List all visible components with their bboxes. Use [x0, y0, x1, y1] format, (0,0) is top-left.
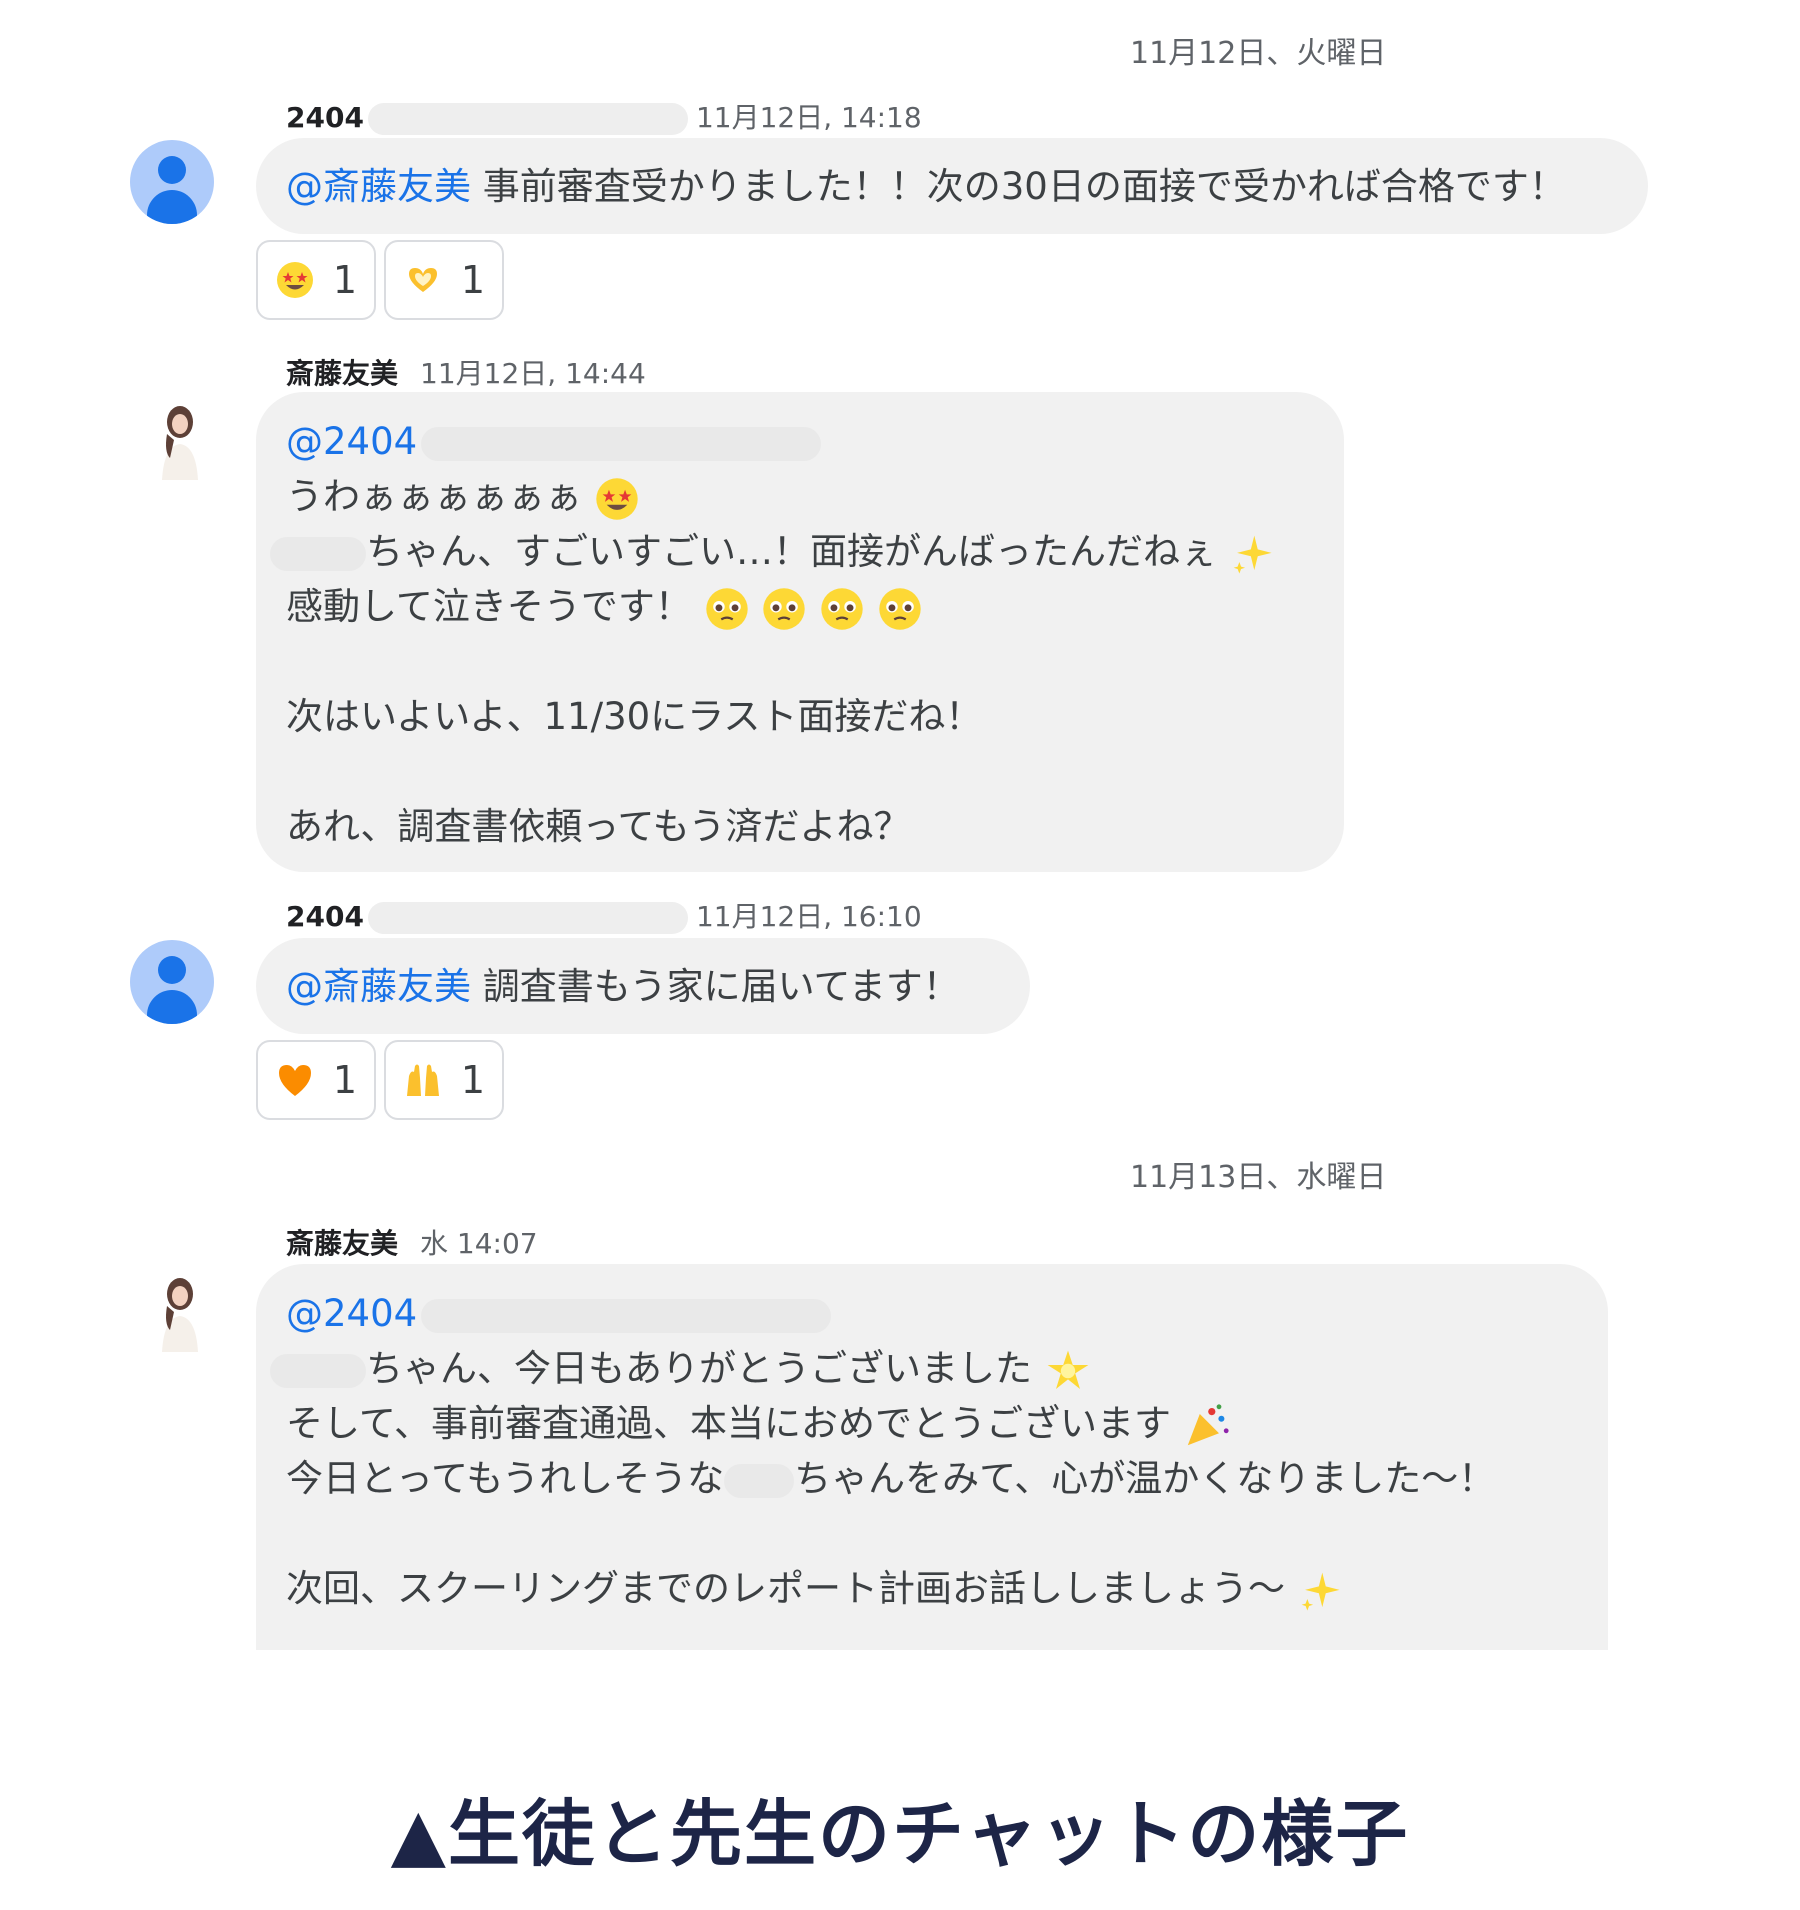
sender-name[interactable]: 2404 [286, 101, 364, 134]
star-struck-icon [596, 477, 638, 520]
message-line: 次回、スクーリングまでのレポート計画お話ししましょう～ [286, 1567, 1285, 1610]
timestamp: 11月12日, 14:44 [420, 357, 646, 390]
reaction-chip[interactable]: 1 [256, 240, 376, 320]
pleading-face-icon [879, 587, 921, 630]
reaction-count: 1 [332, 1058, 358, 1102]
redacted-name [367, 103, 688, 135]
message-text: 調査書もう家に届いてます！ [471, 965, 960, 1008]
star-struck-icon [276, 262, 313, 298]
sender-name[interactable]: 斎藤友美 [286, 1227, 398, 1260]
message-line: 感動して泣きそうです！ [286, 585, 692, 628]
teacher-photo [150, 400, 210, 480]
reactions-bar: 1 1 [256, 240, 504, 320]
redacted-name [367, 902, 688, 934]
message-header: 2404 11月12日, 16:10 [286, 895, 922, 935]
pleading-face-icon [705, 587, 748, 630]
sender-name[interactable]: 斎藤友美 [286, 357, 398, 390]
sparkles-icon [1301, 1572, 1340, 1611]
reaction-chip[interactable]: 1 [384, 240, 504, 320]
pleading-face-icon [821, 587, 863, 630]
sparkles-icon [1233, 535, 1272, 574]
message-bubble: @2404 うわぁぁぁぁぁぁ ちゃん、すごいすごい…！面接がんばったんだねぇ 感… [256, 392, 1344, 872]
reaction-chip[interactable]: 1 [256, 1040, 376, 1120]
date-separator: 11月12日、火曜日 [1130, 36, 1387, 71]
message-line: ちゃん、今日もありがとうございました [366, 1347, 1032, 1390]
reactions-bar: 1 1 [256, 1040, 504, 1120]
orange-heart-icon [278, 1065, 311, 1096]
message-line: 今日とってもうれしそうな [286, 1457, 725, 1500]
message-bubble: @斎藤友美 事前審査受かりました！！次の30日の面接で受かれば合格です！ [256, 138, 1648, 234]
mention-link[interactable]: @2404 [286, 420, 417, 463]
message-header: 斎藤友美水 14:07 [286, 1222, 538, 1262]
reaction-count: 1 [332, 258, 358, 302]
heart-hands-icon [408, 268, 437, 292]
mention-link[interactable]: @斎藤友美 [286, 965, 471, 1008]
reaction-count: 1 [460, 1058, 486, 1102]
message-line: ちゃん、すごいすごい…！面接がんばったんだねぇ [366, 530, 1217, 573]
mention-link[interactable]: @2404 [286, 1292, 417, 1335]
message-bubble: @2404 ちゃん、今日もありがとうございました そして、事前審査通過、本当にお… [256, 1264, 1608, 1650]
timestamp: 水 14:07 [420, 1227, 538, 1260]
avatar[interactable] [150, 1272, 210, 1352]
timestamp: 11月12日, 16:10 [695, 900, 922, 933]
party-popper-icon [1187, 1403, 1229, 1445]
avatar[interactable] [150, 400, 210, 480]
message-header: 2404 11月12日, 14:18 [286, 96, 922, 136]
message-line: 次はいよいよ、11/30にラスト面接だね！ [286, 695, 983, 738]
mention-link[interactable]: @斎藤友美 [286, 165, 471, 208]
glowing-star-icon [1047, 1350, 1089, 1389]
message-text: 事前審査受かりました！！次の30日の面接で受かれば合格です！ [471, 165, 1566, 208]
avatar[interactable] [130, 940, 214, 1024]
pleading-face-icon [763, 587, 806, 630]
redacted-text [421, 1298, 832, 1333]
message-line: あれ、調査書依頼ってもう済だよね？ [286, 805, 911, 848]
avatar[interactable] [130, 140, 214, 224]
timestamp: 11月12日, 14:18 [695, 101, 922, 134]
redacted-text [270, 536, 366, 571]
sender-name[interactable]: 2404 [286, 900, 364, 933]
date-separator: 11月13日、水曜日 [1130, 1160, 1387, 1195]
message-header: 斎藤友美 11月12日, 14:44 [286, 352, 646, 392]
raising-hands-icon [406, 1064, 439, 1096]
message-line: うわぁぁぁぁぁぁ [286, 475, 582, 518]
redacted-text [270, 1353, 366, 1388]
redacted-text [724, 1463, 795, 1498]
message-bubble: @斎藤友美 調査書もう家に届いてます！ [256, 938, 1030, 1034]
teacher-photo [150, 1272, 210, 1352]
reaction-chip[interactable]: 1 [384, 1040, 504, 1120]
figure-caption: ▲生徒と先生のチャットの様子 [390, 1792, 1410, 1876]
message-line: ちゃんをみて、心が温かくなりました～！ [794, 1457, 1496, 1500]
message-line: そして、事前審査通過、本当におめでとうございます [286, 1402, 1172, 1445]
redacted-text [421, 426, 822, 461]
reaction-count: 1 [460, 258, 486, 302]
